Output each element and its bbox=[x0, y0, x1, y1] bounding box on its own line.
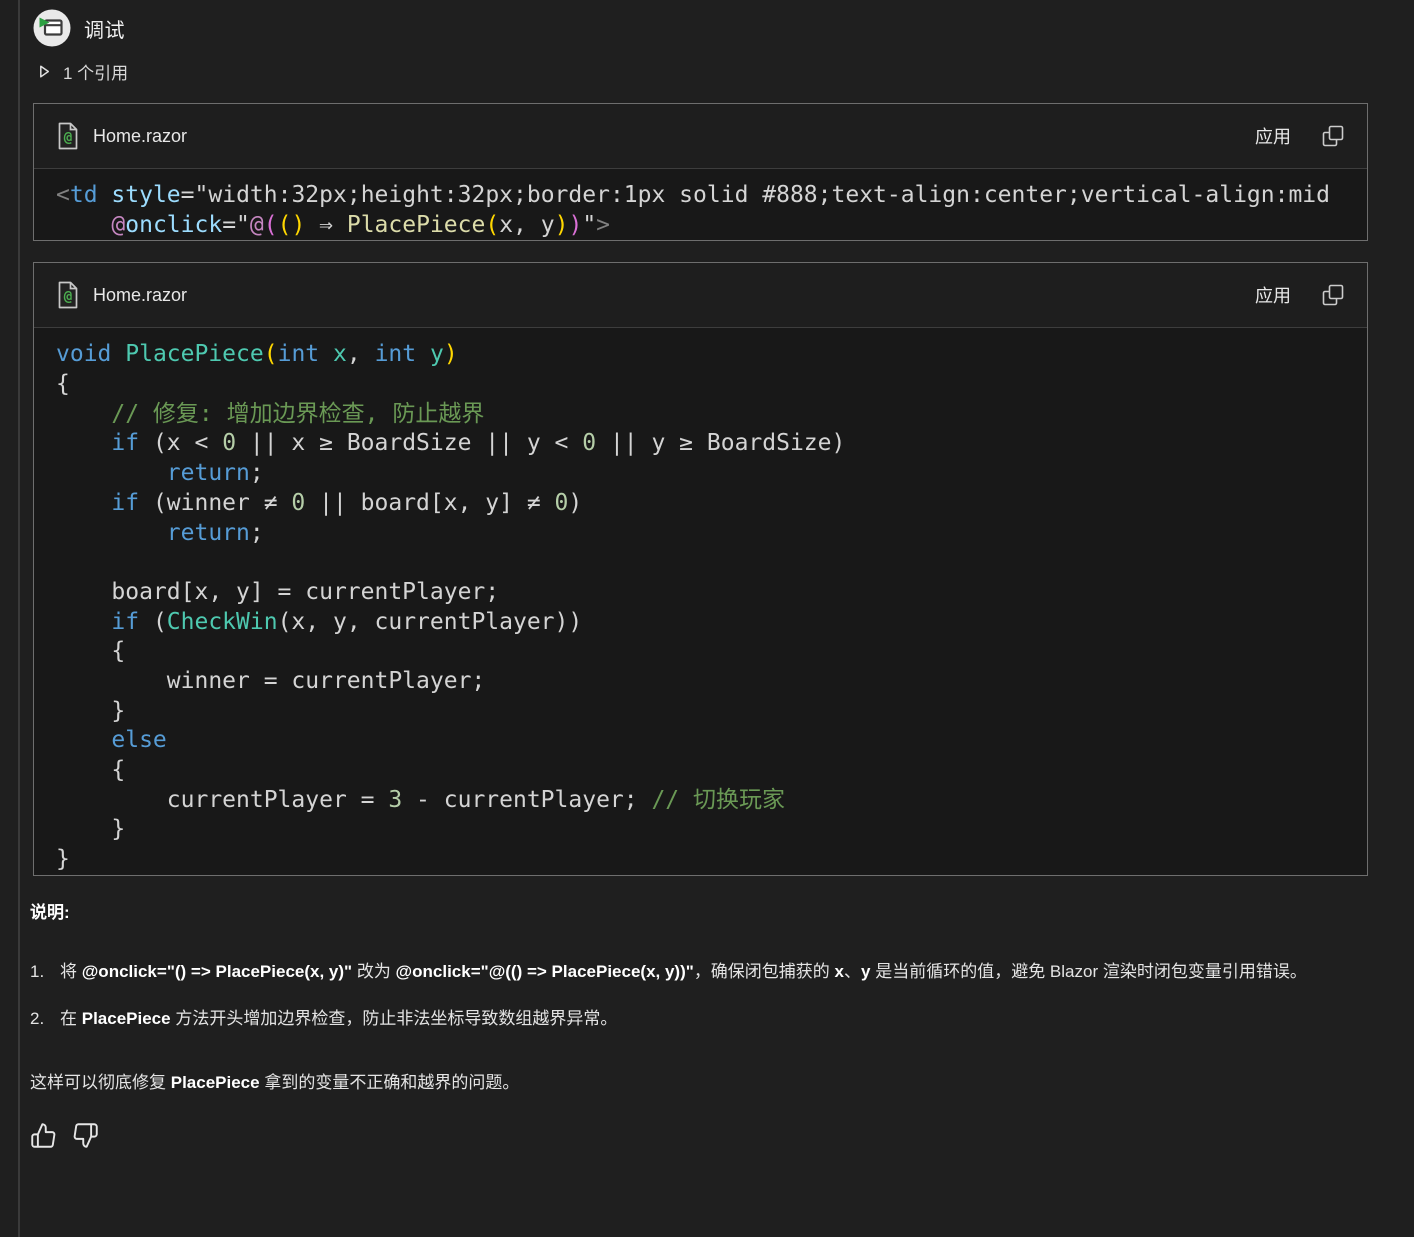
chat-response-panel: 调试 1 个引用 @ Home.razor bbox=[0, 0, 1414, 1237]
list-item: 1. 将 @onclick="() => PlacePiece(x, y)" 改… bbox=[30, 956, 1340, 988]
apply-button[interactable]: 应用 bbox=[1255, 123, 1291, 149]
thumbs-up-icon[interactable] bbox=[30, 1122, 57, 1149]
references-toggle[interactable]: 1 个引用 bbox=[39, 58, 128, 84]
code-block: @ Home.razor 应用 void PlacePiece(int x, i… bbox=[33, 262, 1368, 875]
page-title: 调试 bbox=[84, 14, 125, 43]
list-item: 2. 在 PlacePiece 方法开头增加边界检查，防止非法坐标导致数组越界异… bbox=[30, 1003, 1340, 1035]
copy-icon[interactable] bbox=[1321, 124, 1345, 148]
file-name: Home.razor bbox=[93, 285, 187, 306]
razor-file-icon: @ bbox=[56, 122, 80, 150]
copy-icon[interactable] bbox=[1321, 283, 1345, 307]
svg-text:@: @ bbox=[64, 289, 72, 305]
feedback-bar bbox=[30, 1122, 1368, 1149]
code-content: void PlacePiece(int x, int y){ // 修复: 增加… bbox=[34, 328, 1367, 874]
file-name: Home.razor bbox=[93, 126, 187, 147]
apply-button[interactable]: 应用 bbox=[1255, 282, 1291, 308]
code-block-header: @ Home.razor 应用 bbox=[34, 104, 1367, 169]
response-body: 调试 1 个引用 @ Home.razor bbox=[0, 0, 1414, 1149]
debug-window-icon bbox=[33, 9, 71, 47]
response-header: 调试 bbox=[33, 8, 1368, 48]
list-item-number: 1. bbox=[30, 956, 60, 988]
list-item-text: 在 PlacePiece 方法开头增加边界检查，防止非法坐标导致数组越界异常。 bbox=[60, 1003, 617, 1035]
code-block: @ Home.razor 应用 <td style="width:32px;he… bbox=[33, 103, 1368, 241]
code-block-header: @ Home.razor 应用 bbox=[34, 263, 1367, 328]
razor-file-icon: @ bbox=[56, 281, 80, 309]
closing-paragraph: 这样可以彻底修复 PlacePiece 拿到的变量不正确和越界的问题。 bbox=[30, 1067, 1340, 1099]
references-label: 1 个引用 bbox=[63, 59, 128, 84]
svg-text:@: @ bbox=[64, 130, 72, 146]
explanation-heading: 说明: bbox=[30, 898, 1368, 923]
list-item-number: 2. bbox=[30, 1003, 60, 1035]
chevron-right-icon bbox=[39, 65, 50, 78]
code-content: <td style="width:32px;height:32px;border… bbox=[34, 169, 1367, 240]
list-item-text: 将 @onclick="() => PlacePiece(x, y)" 改为 @… bbox=[60, 956, 1307, 988]
thumbs-down-icon[interactable] bbox=[72, 1122, 99, 1149]
